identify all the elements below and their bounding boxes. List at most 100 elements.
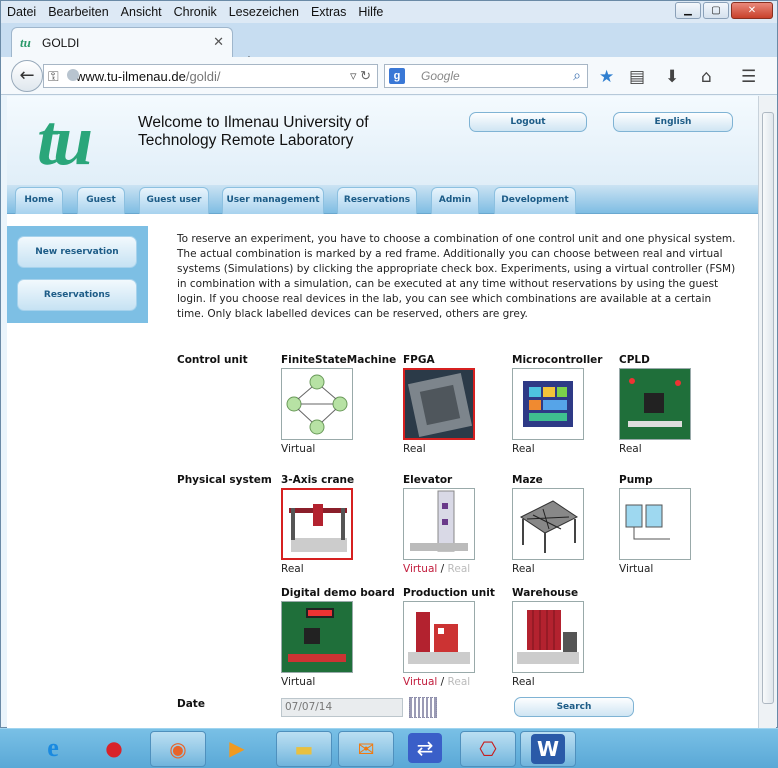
item-name: Microcontroller	[512, 354, 603, 366]
explorer-taskbar-button[interactable]: ▬	[276, 731, 332, 767]
control-unit-fpga[interactable]: FPGA Real	[403, 354, 513, 455]
physical-3-axis-crane[interactable]: 3-Axis crane Real	[281, 474, 391, 575]
crane-thumbnail[interactable]	[281, 488, 353, 560]
page-title: Welcome to Ilmenau University of Technol…	[138, 114, 418, 150]
date-label: Date	[177, 698, 205, 710]
switch-icon[interactable]: ⇄	[408, 733, 442, 763]
download-icon[interactable]: ⬇	[665, 67, 679, 87]
outlook-taskbar-button[interactable]: ✉	[338, 731, 394, 767]
tab-strip: tu GOLDI ✕ +	[1, 23, 777, 70]
navigation-toolbar: ← ⚿ www.tu-ilmenau.de/goldi/ ▿ ↻ g Googl…	[1, 57, 777, 95]
date-input[interactable]: 07/07/14	[281, 698, 403, 717]
close-tab-icon[interactable]: ✕	[213, 34, 224, 50]
cpld-thumbnail[interactable]	[619, 368, 691, 440]
demo-board-thumbnail[interactable]	[281, 601, 353, 673]
app-icon-red[interactable]: ●	[97, 733, 131, 763]
item-status: Virtual	[619, 563, 654, 575]
real-option[interactable]: Real	[448, 563, 471, 575]
elevator-thumbnail[interactable]	[403, 488, 475, 560]
real-option[interactable]: Real	[448, 676, 471, 688]
control-unit-fsm[interactable]: FiniteStateMachine Virtual	[281, 354, 397, 455]
nav-home[interactable]: Home	[15, 187, 63, 214]
nav-development[interactable]: Development	[494, 187, 576, 214]
control-unit-label: Control unit	[177, 354, 248, 366]
production-unit-thumbnail[interactable]	[403, 601, 475, 673]
physical-maze[interactable]: Maze Real	[512, 474, 622, 575]
menu-datei[interactable]: Datei	[7, 5, 36, 19]
virtual-option[interactable]: Virtual	[403, 676, 437, 688]
title-line-2: Technology Remote Laboratory	[138, 132, 354, 149]
menu-extras[interactable]: Extras	[311, 5, 346, 19]
tu-favicon-icon: tu	[20, 35, 31, 50]
nav-admin[interactable]: Admin	[431, 187, 479, 214]
scrollbar-thumb[interactable]	[762, 112, 774, 704]
status-separator: /	[440, 676, 445, 688]
bookmarks-list-icon[interactable]: ▤	[629, 67, 645, 87]
item-name: FiniteStateMachine	[281, 354, 397, 366]
search-button[interactable]: Search	[514, 697, 634, 717]
sidebar-new-reservation[interactable]: New reservation	[17, 236, 137, 268]
calendar-icon[interactable]	[409, 697, 437, 718]
google-icon[interactable]: g	[389, 68, 405, 84]
minimize-button[interactable]: ▁	[675, 2, 701, 19]
menu-bearbeiten[interactable]: Bearbeiten	[48, 5, 108, 19]
physical-pump[interactable]: Pump Virtual	[619, 474, 729, 575]
physical-production-unit[interactable]: Production unit Virtual / Real	[403, 587, 513, 688]
item-name: Digital demo board	[281, 587, 395, 599]
browser-tab-goldi[interactable]: tu GOLDI ✕	[11, 27, 233, 57]
maze-thumbnail[interactable]	[512, 488, 584, 560]
nav-guest-user[interactable]: Guest user	[139, 187, 209, 214]
virtual-option[interactable]: Virtual	[403, 563, 437, 575]
fpga-thumbnail[interactable]	[403, 368, 475, 440]
control-unit-microcontroller[interactable]: Microcontroller Real	[512, 354, 622, 455]
item-status: Real	[403, 443, 426, 455]
search-bar[interactable]: g Google ⌕	[384, 64, 588, 88]
internet-explorer-icon[interactable]: e	[36, 733, 70, 763]
back-button[interactable]: ←	[11, 60, 43, 92]
warehouse-thumbnail[interactable]	[512, 601, 584, 673]
acrobat-icon: ⎔	[479, 737, 497, 761]
item-name: Pump	[619, 474, 653, 486]
reload-icon[interactable]: ▿ ↻	[350, 68, 371, 84]
logout-button[interactable]: Logout	[469, 112, 587, 132]
search-icon[interactable]: ⌕	[573, 67, 581, 84]
key-icon: ⚿	[48, 68, 59, 84]
item-name: 3-Axis crane	[281, 474, 355, 486]
sidebar-reservations[interactable]: Reservations	[17, 279, 137, 311]
item-status: Real	[512, 676, 535, 688]
item-name: Production unit	[403, 587, 495, 599]
menu-ansicht[interactable]: Ansicht	[121, 5, 162, 19]
nav-user-management[interactable]: User management	[222, 187, 324, 214]
physical-elevator[interactable]: Elevator Virtual / Real	[403, 474, 513, 575]
home-icon[interactable]: ⌂	[701, 67, 712, 87]
pump-thumbnail[interactable]	[619, 488, 691, 560]
fsm-thumbnail[interactable]	[281, 368, 353, 440]
media-player-icon[interactable]: ▶	[220, 733, 254, 763]
vertical-scrollbar[interactable]	[758, 96, 776, 729]
item-name: Elevator	[403, 474, 453, 486]
physical-warehouse[interactable]: Warehouse Real	[512, 587, 622, 688]
maximize-button[interactable]: ▢	[703, 2, 729, 19]
url-bar[interactable]: ⚿ www.tu-ilmenau.de/goldi/ ▿ ↻	[43, 64, 378, 88]
nav-guest[interactable]: Guest	[77, 187, 125, 214]
language-button[interactable]: English	[613, 112, 733, 132]
physical-digital-demo-board[interactable]: Digital demo board Virtual	[281, 587, 395, 688]
item-status: Real	[512, 443, 535, 455]
menu-hilfe[interactable]: Hilfe	[358, 5, 383, 19]
microcontroller-thumbnail[interactable]	[512, 368, 584, 440]
intro-text: To reserve an experiment, you have to ch…	[177, 233, 736, 320]
search-placeholder: Google	[421, 69, 460, 83]
nav-reservations[interactable]: Reservations	[337, 187, 417, 214]
item-status: Virtual	[281, 676, 316, 688]
firefox-icon: ◉	[169, 737, 187, 761]
firefox-taskbar-button[interactable]: ◉	[150, 731, 206, 767]
menu-bar: Datei Bearbeiten Ansicht Chronik Lesezei…	[1, 1, 777, 23]
menu-icon[interactable]: ☰	[741, 67, 756, 87]
bookmark-star-icon[interactable]: ★	[599, 67, 614, 87]
menu-chronik[interactable]: Chronik	[174, 5, 217, 19]
word-taskbar-button[interactable]: W	[520, 731, 576, 767]
menu-lesezeichen[interactable]: Lesezeichen	[229, 5, 299, 19]
close-window-button[interactable]: ✕	[731, 2, 773, 19]
acrobat-taskbar-button[interactable]: ⎔	[460, 731, 516, 767]
control-unit-cpld[interactable]: CPLD Real	[619, 354, 729, 455]
